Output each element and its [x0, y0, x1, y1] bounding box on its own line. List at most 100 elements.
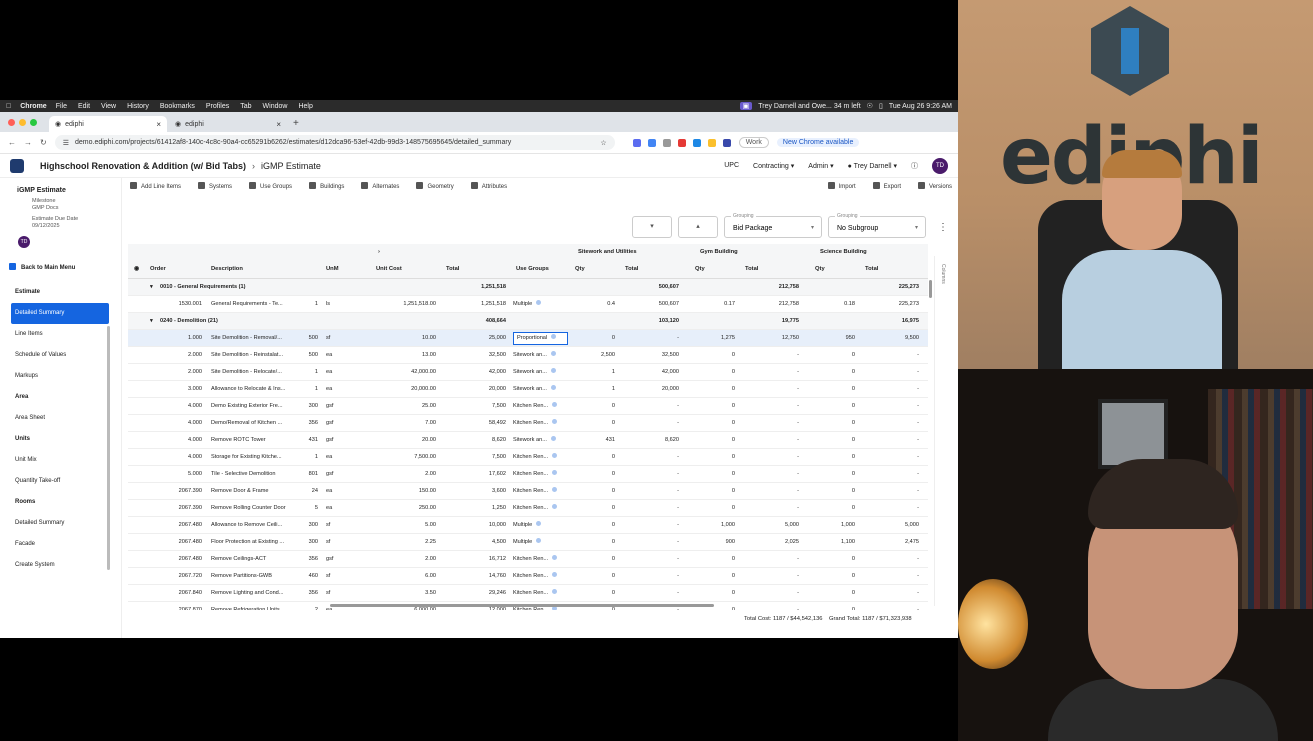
nav-admin[interactable]: Admin ▾ — [808, 162, 833, 170]
sidebar-item-area-sheet[interactable]: Area Sheet — [0, 408, 121, 429]
unit-cell[interactable]: sf — [326, 568, 356, 585]
sidebar-item-markups[interactable]: Markups — [0, 366, 121, 387]
quantity-cell[interactable]: 356 — [304, 551, 318, 568]
sidebar-item-estimate[interactable]: Estimate — [0, 282, 121, 303]
extension-icon[interactable] — [662, 138, 671, 147]
group-header-gym[interactable]: Gym Building — [700, 244, 800, 261]
extension-icon[interactable] — [632, 138, 641, 147]
use-groups-cell[interactable]: Kitchen Ren... — [513, 415, 568, 432]
sitework-qty-cell[interactable]: 0 — [573, 534, 615, 551]
extension-icon[interactable] — [692, 138, 701, 147]
toolbar-attributes-button[interactable]: Attributes — [470, 182, 507, 190]
sidebar-item-detailed-summary[interactable]: Detailed Summary — [0, 513, 121, 534]
quantity-cell[interactable]: 24 — [304, 483, 318, 500]
subgroup-select[interactable]: Grouping No Subgroup ▾ — [828, 213, 926, 238]
use-groups-cell[interactable]: Kitchen Ren... — [513, 398, 568, 415]
order-cell[interactable]: 2067.480 — [150, 517, 202, 534]
menubar-app-name[interactable]: Chrome — [20, 103, 46, 110]
unit-cell[interactable]: sf — [326, 517, 356, 534]
sitework-qty-cell[interactable]: 0 — [573, 517, 615, 534]
sidebar-item-area[interactable]: Area — [0, 387, 121, 408]
address-bar[interactable]: ☰ demo.ediphi.com/projects/61412af8-140c… — [54, 135, 615, 150]
unit-cost-cell[interactable]: 10.00 — [368, 330, 436, 347]
toolbar-systems-button[interactable]: Systems — [198, 182, 232, 190]
sitework-qty-cell[interactable]: 0 — [573, 585, 615, 602]
sitework-qty-cell[interactable]: 0 — [573, 551, 615, 568]
use-groups-cell[interactable]: Sitework an... — [513, 347, 568, 364]
order-cell[interactable]: 1530.001 — [150, 296, 202, 313]
meeting-status[interactable]: Trey Darnell and Owe... 34 m left — [758, 103, 860, 110]
sidebar-item-create-system[interactable]: Create System — [0, 555, 121, 576]
extension-icon[interactable] — [707, 138, 716, 147]
back-icon[interactable]: ← — [8, 138, 16, 147]
gym-qty-cell[interactable]: 0 — [693, 432, 735, 449]
new-tab-button[interactable]: + — [293, 118, 299, 129]
order-cell[interactable]: 2067.870 — [150, 602, 202, 610]
quantity-cell[interactable]: 300 — [304, 517, 318, 534]
description-cell[interactable]: Remove Lighting and Cond... — [211, 585, 301, 602]
use-group-info-icon[interactable] — [552, 453, 558, 458]
use-groups-cell[interactable]: Kitchen Ren... — [513, 466, 568, 483]
science-qty-cell[interactable]: 0 — [813, 347, 855, 364]
use-group-info-icon[interactable] — [552, 504, 558, 509]
description-cell[interactable]: Remove Partitions-GWB — [211, 568, 301, 585]
science-qty-cell[interactable]: 0 — [813, 415, 855, 432]
minimize-window-button[interactable] — [19, 119, 26, 126]
unit-cost-cell[interactable]: 250.00 — [368, 500, 436, 517]
unit-cost-cell[interactable]: 25.00 — [368, 398, 436, 415]
gym-qty-cell[interactable]: 0 — [693, 398, 735, 415]
unit-cost-cell[interactable]: 42,000.00 — [368, 364, 436, 381]
sidebar-item-schedule-of-values[interactable]: Schedule of Values — [0, 345, 121, 366]
menubar-datetime[interactable]: Tue Aug 26 9:26 AM — [889, 103, 952, 110]
sidebar-avatar[interactable]: TD — [18, 236, 30, 248]
use-groups-cell[interactable]: Kitchen Ren... — [513, 551, 568, 568]
order-cell[interactable]: 2067.390 — [150, 483, 202, 500]
menu-edit[interactable]: Edit — [78, 103, 90, 110]
table-row[interactable]: 2067.840 Remove Lighting and Cond... 356 sf… — [128, 585, 928, 602]
screen-share-icon[interactable]: ▣ — [739, 102, 753, 110]
zoom-window-button[interactable] — [30, 119, 37, 126]
description-cell[interactable]: Site Demolition - Relocate/... — [211, 364, 301, 381]
grouping-select[interactable]: Grouping Bid Package ▾ — [724, 213, 822, 238]
menu-bookmarks[interactable]: Bookmarks — [160, 103, 195, 110]
use-groups-cell[interactable]: Kitchen Ren... — [513, 500, 568, 517]
science-qty-cell[interactable]: 0 — [813, 432, 855, 449]
gym-qty-cell[interactable]: 1,000 — [693, 517, 735, 534]
column-header-total[interactable]: Total — [745, 261, 805, 278]
science-qty-cell[interactable]: 0 — [813, 449, 855, 466]
unit-cell[interactable]: sf — [326, 534, 356, 551]
toolbar-import-button[interactable]: Import — [827, 182, 856, 190]
quantity-cell[interactable]: 801 — [304, 466, 318, 483]
group-header-science[interactable]: Science Building — [820, 244, 920, 261]
description-cell[interactable]: Site Demolition - Removal/... — [211, 330, 301, 347]
unit-cost-cell[interactable]: 13.00 — [368, 347, 436, 364]
browser-tab[interactable]: ◉ ediphi × — [169, 116, 287, 132]
unit-cell[interactable]: gsf — [326, 432, 356, 449]
science-qty-cell[interactable]: 0 — [813, 585, 855, 602]
menu-help[interactable]: Help — [298, 103, 312, 110]
quantity-cell[interactable]: 5 — [304, 500, 318, 517]
quantity-cell[interactable]: 431 — [304, 432, 318, 449]
use-groups-cell[interactable]: Kitchen Ren... — [513, 568, 568, 585]
unit-cell[interactable]: ea — [326, 381, 356, 398]
toolbar-versions-button[interactable]: Versions — [917, 182, 952, 190]
use-groups-cell[interactable]: Kitchen Ren... — [513, 585, 568, 602]
extension-icon[interactable] — [677, 138, 686, 147]
gym-qty-cell[interactable]: 0 — [693, 466, 735, 483]
unit-cost-cell[interactable]: 2.00 — [368, 551, 436, 568]
unit-cell[interactable]: sf — [326, 585, 356, 602]
nav-contracting[interactable]: Contracting ▾ — [753, 162, 794, 170]
order-cell[interactable]: 1.000 — [150, 330, 202, 347]
unit-cell[interactable]: gsf — [326, 551, 356, 568]
table-row[interactable]: 2067.720 Remove Partitions-GWB 460 sf 6.00 14… — [128, 568, 928, 585]
description-cell[interactable]: Remove ROTC Tower — [211, 432, 301, 449]
column-header-use-groups[interactable]: Use Groups — [516, 261, 576, 278]
group-header-sitework[interactable]: Sitework and Utilities — [578, 244, 678, 261]
toolbar-use-groups-button[interactable]: Use Groups — [249, 182, 292, 190]
collapse-arrow-icon[interactable]: ▾ — [150, 279, 158, 296]
order-cell[interactable]: 4.000 — [150, 415, 202, 432]
use-group-info-icon[interactable] — [536, 521, 542, 526]
unit-cell[interactable]: sf — [326, 330, 356, 347]
sitework-qty-cell[interactable]: 0 — [573, 500, 615, 517]
quantity-cell[interactable]: 1 — [304, 364, 318, 381]
